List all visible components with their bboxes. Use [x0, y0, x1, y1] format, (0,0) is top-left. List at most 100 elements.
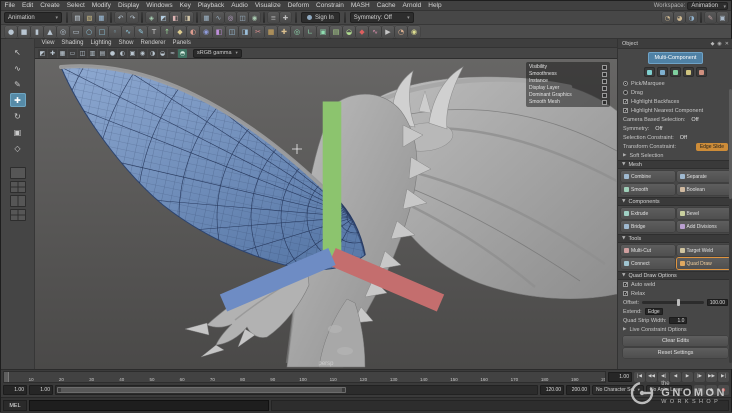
combine-button[interactable]: Combine	[621, 171, 675, 182]
menu-arnold[interactable]: Arnold	[399, 1, 425, 11]
quad-draw-button[interactable]: Quad Draw	[676, 258, 730, 269]
shelf-text-icon[interactable]: T	[148, 25, 160, 38]
shelf-nurbs-sphere-icon[interactable]: ○	[83, 25, 95, 38]
go-to-start-button[interactable]: |◀	[634, 371, 645, 382]
ipr-render-icon[interactable]: ◕	[674, 12, 685, 23]
highlight-backfaces-checkbox[interactable]	[623, 99, 628, 105]
ed​ge-mode-icon[interactable]	[657, 67, 668, 77]
render-settings-icon[interactable]: ◑	[686, 12, 697, 23]
undo-icon[interactable]: ↶	[115, 12, 126, 23]
multi-cut-button[interactable]: Multi-Cut	[621, 245, 675, 256]
play-backwards-button[interactable]: ◀	[670, 371, 681, 382]
step-back-key-button[interactable]: ◀|	[658, 371, 669, 382]
select-tool[interactable]: ↖	[10, 45, 26, 59]
toolkit-gear-icon[interactable]: ◉	[717, 41, 721, 47]
face-mode-icon[interactable]	[670, 67, 681, 77]
menu-set-select[interactable]: Animation	[4, 12, 62, 23]
paint-effects-icon[interactable]: ✎	[705, 12, 716, 23]
step-back-frame-button[interactable]: ◀◀	[646, 371, 657, 382]
quad-strip-width-field[interactable]: 1.0	[669, 317, 688, 324]
shelf-combine-icon[interactable]: ◫	[226, 25, 238, 38]
menu-file[interactable]: File	[1, 1, 18, 11]
layout-outliner-persp[interactable]	[9, 209, 26, 221]
open-scene-icon[interactable]: ▧	[84, 12, 95, 23]
3d-view[interactable]: Visibility Smoothness Instance Display Laye…	[35, 59, 617, 369]
section-quad-draw-options[interactable]: ▼ Quad Draw Options	[618, 271, 732, 280]
character-set-select[interactable]: No Character Set	[592, 385, 644, 395]
bridge-button[interactable]: Bridge	[621, 221, 675, 232]
history-icon[interactable]: ≡	[268, 12, 279, 23]
layout-two-pane[interactable]	[9, 195, 26, 207]
shelf-lattice-icon[interactable]: ▤	[330, 25, 342, 38]
shelf-poly-torus-icon[interactable]: ◎	[57, 25, 69, 38]
layout-four-pane[interactable]	[9, 181, 26, 193]
shelf-nurbs-cube-icon[interactable]: □	[96, 25, 108, 38]
time-slider[interactable]: 10 20 30 40 50 60 70 80 90 100 110 120 130 140 150 160 1…	[3, 370, 606, 383]
live-constraint-options-row[interactable]: ▶ Live Constraint Options	[618, 325, 732, 334]
make-live-icon[interactable]: ◉	[249, 12, 260, 23]
panel-menu-renderer[interactable]: Renderer	[137, 40, 169, 46]
menu-audio[interactable]: Audio	[228, 1, 252, 11]
smooth-button[interactable]: Smooth	[621, 184, 675, 195]
menu-windows[interactable]: Windows	[143, 1, 176, 11]
scale-tool[interactable]: ▣	[10, 125, 26, 139]
shelf-poly-sphere-icon[interactable]: ●	[5, 25, 17, 38]
multi-mode-icon[interactable]	[696, 67, 707, 77]
select-component-icon[interactable]: ◧	[170, 12, 181, 23]
playback-options-icon[interactable]: ≡	[694, 385, 705, 395]
playback-end-field[interactable]: 120.00	[540, 385, 565, 395]
camera-based-selection-row[interactable]: Camera Based Selection: Off	[618, 115, 732, 124]
menu-mash[interactable]: MASH	[347, 1, 373, 11]
reset-settings-button[interactable]: Reset Settings	[623, 348, 728, 358]
range-slider[interactable]	[55, 385, 539, 395]
lasso-select-tool[interactable]: ∿	[10, 61, 26, 75]
shelf-multi-cut-icon[interactable]: ✂	[252, 25, 264, 38]
toolkit-close-icon[interactable]: ✕	[725, 41, 729, 47]
shelf-poly-cone-icon[interactable]: ▲	[44, 25, 56, 38]
shelf-quad-draw-icon[interactable]: ▦	[265, 25, 277, 38]
select-mask-icon[interactable]: ◨	[182, 12, 193, 23]
menu-key[interactable]: Key	[176, 1, 194, 11]
shelf-cv-curve-icon[interactable]: ∿	[122, 25, 134, 38]
snap-curve-icon[interactable]: ∿	[213, 12, 224, 23]
go-to-end-button[interactable]: ▶|	[718, 371, 729, 382]
new-scene-icon[interactable]: ▤	[72, 12, 83, 23]
pick-marquee-radio[interactable]	[623, 81, 628, 86]
shelf-boolean-icon[interactable]: ◐	[187, 25, 199, 38]
vertex-mode-icon[interactable]	[644, 67, 655, 77]
shelf-poly-plane-icon[interactable]: ▭	[70, 25, 82, 38]
move-tool[interactable]: ✚	[9, 93, 26, 107]
menu-help[interactable]: Help	[425, 1, 445, 11]
paint-select-tool[interactable]: ✎	[10, 77, 26, 91]
extrude-button[interactable]: Extrude	[621, 208, 675, 219]
anim-layer-select[interactable]: No Anim Layer	[645, 385, 692, 395]
layout-single-pane[interactable]	[9, 167, 26, 179]
shelf-mirror-icon[interactable]: ◧	[213, 25, 225, 38]
menu-create[interactable]: Create	[37, 1, 64, 11]
shelf-bevel-icon[interactable]: ◆	[174, 25, 186, 38]
panel-menu-view[interactable]: View	[38, 40, 58, 46]
current-time-field[interactable]: 1.00	[608, 371, 632, 382]
shelf-target-weld-icon[interactable]: ✚	[278, 25, 290, 38]
step-forward-key-button[interactable]: |▶	[694, 371, 705, 382]
clear-edits-button[interactable]: Clear Edits	[623, 336, 728, 346]
relax-checkbox[interactable]	[623, 291, 628, 297]
shelf-skin-icon[interactable]: ▣	[317, 25, 329, 38]
workspace-select[interactable]: Animation	[687, 1, 728, 10]
animation-end-field[interactable]: 200.00	[566, 385, 591, 395]
menu-constrain[interactable]: Constrain	[313, 1, 348, 11]
highlight-nearest-checkbox[interactable]	[623, 108, 628, 114]
target-weld-button[interactable]: Target Weld	[676, 245, 730, 256]
command-line-input[interactable]	[29, 400, 269, 411]
shelf-cluster-icon[interactable]: ◒	[343, 25, 355, 38]
separate-button[interactable]: Separate	[676, 171, 730, 182]
shelf-pencil-curve-icon[interactable]: ✎	[135, 25, 147, 38]
menu-cache[interactable]: Cache	[373, 1, 399, 11]
range-slider-handle[interactable]	[57, 387, 346, 393]
connect-button[interactable]: Connect	[621, 258, 675, 269]
menu-visualize[interactable]: Visualize	[251, 1, 284, 11]
construction-history-icon[interactable]: ✚	[280, 12, 291, 23]
menu-modify[interactable]: Modify	[88, 1, 114, 11]
panel-menu-panels[interactable]: Panels	[169, 40, 194, 46]
shelf-extrude-icon[interactable]: ↑	[161, 25, 173, 38]
